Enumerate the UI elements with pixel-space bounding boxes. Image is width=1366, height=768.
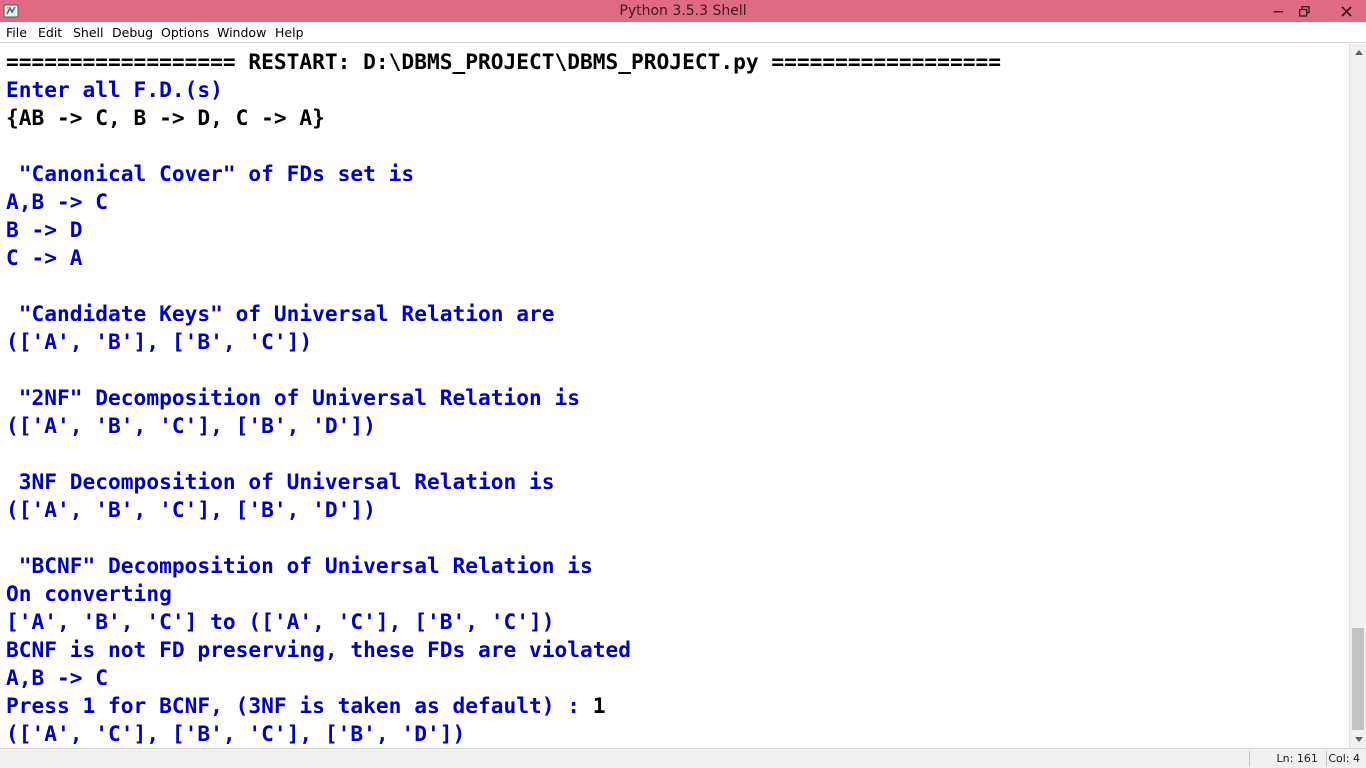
shell-line: (['A', 'B', 'C'], ['B', 'D']) — [6, 412, 376, 440]
shell-output-text: A,B -> C — [6, 189, 109, 214]
shell-line: ['A', 'B', 'C'] to (['A', 'C'], ['B', 'C… — [6, 608, 555, 636]
shell-line: B -> D — [6, 216, 83, 244]
menu-window[interactable]: Window — [217, 25, 266, 40]
chevron-up-icon — [1354, 50, 1363, 55]
shell-input-text: {AB -> C, B -> D, C -> A} — [6, 105, 325, 130]
status-bar: Ln: 161 Col: 4 — [0, 748, 1366, 768]
minimize-icon — [1274, 11, 1283, 13]
shell-output-text: "Canonical Cover" of FDs set is — [6, 161, 415, 186]
shell-line: {AB -> C, B -> D, C -> A} — [6, 104, 325, 132]
shell-line: A,B -> C — [6, 188, 108, 216]
shell-input-text: ================== RESTART: D:\DBMS_PROJ… — [6, 49, 1001, 74]
scroll-up-arrow[interactable] — [1350, 44, 1366, 61]
shell-line: "2NF" Decomposition of Universal Relatio… — [6, 384, 580, 412]
shell-line: (['A', 'C'], ['B', 'C'], ['B', 'D']) — [6, 720, 465, 748]
shell-output-text: Press 1 for BCNF, (3NF is taken as defau… — [6, 693, 593, 718]
shell-line: (['A', 'B', 'C'], ['B', 'D']) — [6, 496, 376, 524]
shell-output-text: "2NF" Decomposition of Universal Relatio… — [6, 385, 581, 410]
line-column-indicator: Ln: 161 Col: 4 — [1276, 752, 1360, 765]
shell-output-text: BCNF is not FD preserving, these FDs are… — [6, 637, 632, 662]
menu-file[interactable]: File — [6, 25, 27, 40]
shell-line: BCNF is not FD preserving, these FDs are… — [6, 636, 631, 664]
close-icon — [1340, 5, 1352, 17]
chevron-down-icon — [1354, 737, 1363, 742]
shell-line: Enter all F.D.(s) — [6, 76, 223, 104]
restore-button[interactable] — [1291, 0, 1317, 22]
shell-output-text: "BCNF" Decomposition of Universal Relati… — [6, 553, 593, 578]
shell-output-text: "Candidate Keys" of Universal Relation a… — [6, 301, 555, 326]
shell-text-area[interactable]: ================== RESTART: D:\DBMS_PROJ… — [0, 44, 1349, 748]
shell-output-text: C -> A — [6, 245, 83, 270]
window-title: Python 3.5.3 Shell — [619, 3, 747, 19]
shell-line: "Canonical Cover" of FDs set is — [6, 160, 414, 188]
shell-line: ================== RESTART: D:\DBMS_PROJ… — [6, 48, 1001, 76]
shell-output-text: B -> D — [6, 217, 83, 242]
shell-output-text: (['A', 'B', 'C'], ['B', 'D']) — [6, 413, 376, 438]
shell-output-text: ['A', 'B', 'C'] to (['A', 'C'], ['B', 'C… — [6, 609, 555, 634]
shell-output-text: (['A', 'C'], ['B', 'C'], ['B', 'D']) — [6, 721, 466, 746]
shell-output-text: 3NF Decomposition of Universal Relation … — [6, 469, 555, 494]
menu-shell[interactable]: Shell — [73, 25, 104, 40]
menu-options[interactable]: Options — [161, 25, 209, 40]
title-bar: Python 3.5.3 Shell — [0, 0, 1366, 22]
status-divider — [1249, 751, 1250, 767]
scroll-thumb[interactable] — [1352, 628, 1364, 730]
shell-line: "BCNF" Decomposition of Universal Relati… — [6, 552, 593, 580]
shell-input-text: 1 — [592, 693, 606, 718]
scroll-down-arrow[interactable] — [1350, 731, 1366, 748]
shell-line: "Candidate Keys" of Universal Relation a… — [6, 300, 555, 328]
vertical-scrollbar[interactable] — [1349, 44, 1366, 748]
shell-output-text: (['A', 'B', 'C'], ['B', 'D']) — [6, 497, 376, 522]
shell-line: 3NF Decomposition of Universal Relation … — [6, 468, 555, 496]
shell-output-text: A,B -> C — [6, 665, 109, 690]
shell-line: Press 1 for BCNF, (3NF is taken as defau… — [6, 692, 606, 720]
menu-help[interactable]: Help — [275, 25, 304, 40]
shell-line: (['A', 'B'], ['B', 'C']) — [6, 328, 312, 356]
shell-output-text: On converting — [6, 581, 172, 606]
restore-icon — [1298, 5, 1310, 17]
shell-line: On converting — [6, 580, 172, 608]
shell-line: A,B -> C — [6, 664, 108, 692]
close-button[interactable] — [1326, 0, 1366, 22]
menu-edit[interactable]: Edit — [38, 25, 62, 40]
shell-line: C -> A — [6, 244, 83, 272]
menu-bar: File Edit Shell Debug Options Window Hel… — [0, 22, 1366, 43]
shell-output-text: Enter all F.D.(s) — [6, 77, 223, 102]
minimize-button[interactable] — [1266, 0, 1292, 22]
shell-output-text: (['A', 'B'], ['B', 'C']) — [6, 329, 313, 354]
menu-debug[interactable]: Debug — [112, 25, 153, 40]
